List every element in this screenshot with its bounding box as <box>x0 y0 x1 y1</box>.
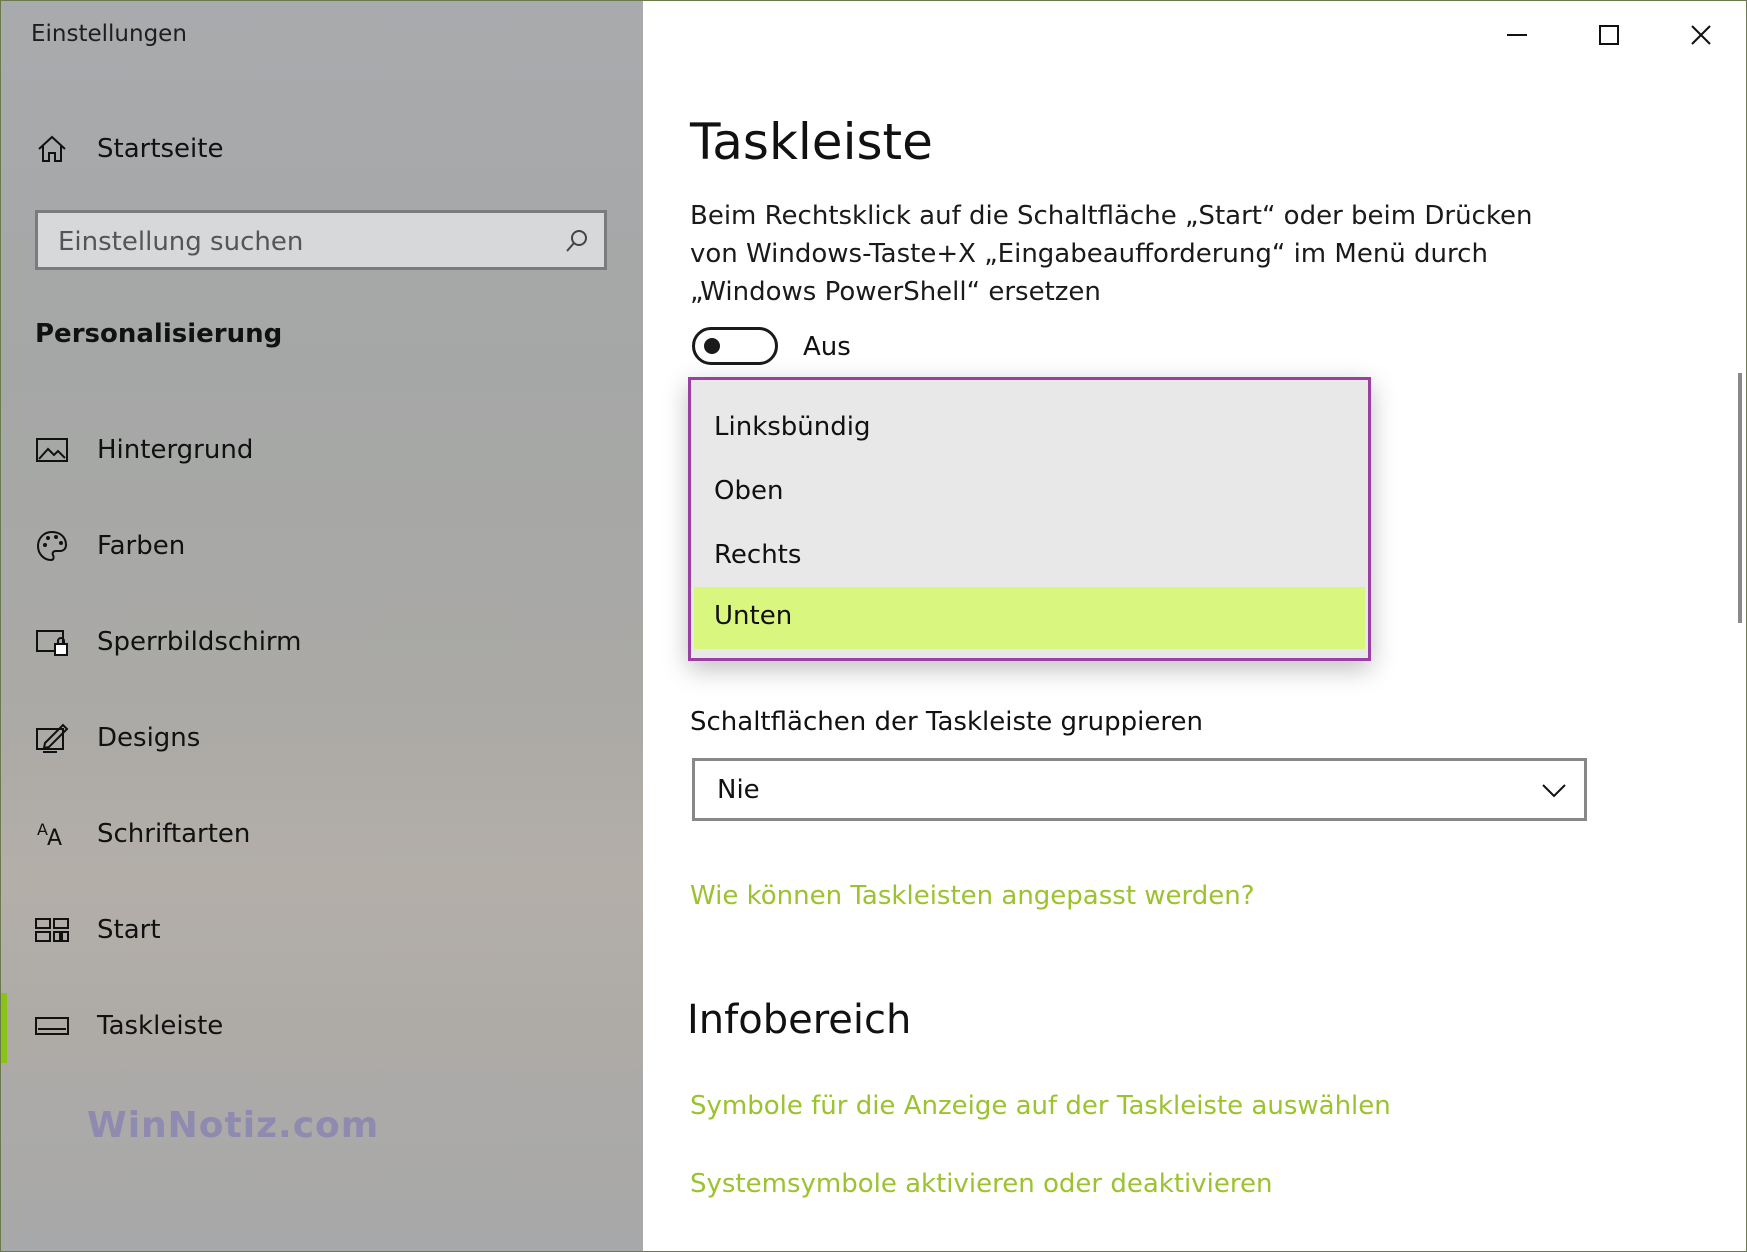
dropdown-option-label: Oben <box>714 476 784 506</box>
group-buttons-value: Nie <box>717 775 760 805</box>
taskbar-icon <box>35 1017 69 1035</box>
lock-screen-icon <box>36 630 68 656</box>
dropdown-option-unten[interactable]: Unten <box>694 587 1365 649</box>
watermark: WinNotiz.com <box>87 1105 380 1146</box>
dropdown-option-label: Rechts <box>714 540 802 570</box>
nav-home[interactable]: Startseite <box>1 119 643 179</box>
dropdown-option-rechts[interactable]: Rechts <box>694 526 1365 588</box>
sidebar: Einstellungen Startseite Einstellung suc… <box>1 1 643 1251</box>
chevron-down-icon <box>1542 784 1566 798</box>
taskbar-position-dropdown: Linksbündig Oben Rechts Unten <box>688 377 1371 661</box>
sidebar-item-hintergrund[interactable]: Hintergrund <box>1 417 643 487</box>
group-buttons-label: Schaltflächen der Taskleiste gruppieren <box>690 707 1203 737</box>
search-icon <box>566 230 587 252</box>
sidebar-item-schriftarten[interactable]: A A Schriftarten <box>1 801 643 871</box>
select-taskbar-icons-link[interactable]: Symbole für die Anzeige auf der Taskleis… <box>690 1091 1391 1121</box>
group-buttons-select[interactable]: Nie <box>692 758 1587 821</box>
sidebar-item-label: Designs <box>97 723 201 753</box>
home-icon <box>38 135 66 162</box>
powershell-setting-description: Beim Rechtsklick auf die Schaltfläche „S… <box>690 201 1533 307</box>
section-title: Personalisierung <box>35 319 283 349</box>
scrollbar[interactable] <box>1738 373 1742 623</box>
toggle-state-label: Aus <box>803 332 851 362</box>
sidebar-item-label: Taskleiste <box>97 1011 224 1041</box>
start-icon <box>35 918 69 942</box>
main-content: Taskleiste Beim Rechtsklick auf die Scha… <box>643 1 1746 1251</box>
dropdown-option-label: Linksbündig <box>714 412 871 442</box>
sidebar-item-label: Start <box>97 915 161 945</box>
sidebar-item-label: Schriftarten <box>97 819 251 849</box>
sidebar-item-label: Hintergrund <box>97 435 254 465</box>
palette-icon <box>36 530 68 562</box>
svg-text:A: A <box>47 826 62 851</box>
sidebar-item-farben[interactable]: Farben <box>1 513 643 583</box>
sidebar-item-label: Farben <box>97 531 186 561</box>
sidebar-item-taskleiste[interactable]: Taskleiste <box>1 993 643 1063</box>
image-icon <box>36 438 68 462</box>
sidebar-item-start[interactable]: Start <box>1 897 643 967</box>
app-title: Einstellungen <box>31 21 187 47</box>
search-input[interactable]: Einstellung suchen <box>35 210 607 270</box>
sidebar-item-label: Sperrbildschirm <box>97 627 302 657</box>
search-placeholder: Einstellung suchen <box>58 227 304 257</box>
designs-icon <box>36 723 69 753</box>
settings-window: Einstellungen Startseite Einstellung suc… <box>0 0 1747 1252</box>
powershell-toggle[interactable] <box>692 327 778 365</box>
sidebar-item-designs[interactable]: Designs <box>1 705 643 775</box>
page-title: Taskleiste <box>690 113 933 171</box>
info-section-title: Infobereich <box>687 997 912 1043</box>
sidebar-item-sperrbildschirm[interactable]: Sperrbildschirm <box>1 609 643 679</box>
dropdown-option-label: Unten <box>714 601 793 631</box>
help-link[interactable]: Wie können Taskleisten angepasst werden? <box>690 881 1255 911</box>
system-icons-link[interactable]: Systemsymbole aktivieren oder deaktivier… <box>690 1169 1272 1199</box>
nav-home-label: Startseite <box>97 134 224 164</box>
fonts-icon: A A <box>37 820 62 851</box>
active-indicator <box>1 993 7 1063</box>
dropdown-option-linksbuendig[interactable]: Linksbündig <box>694 398 1365 460</box>
dropdown-option-oben[interactable]: Oben <box>694 462 1365 524</box>
toggle-knob <box>704 338 720 354</box>
